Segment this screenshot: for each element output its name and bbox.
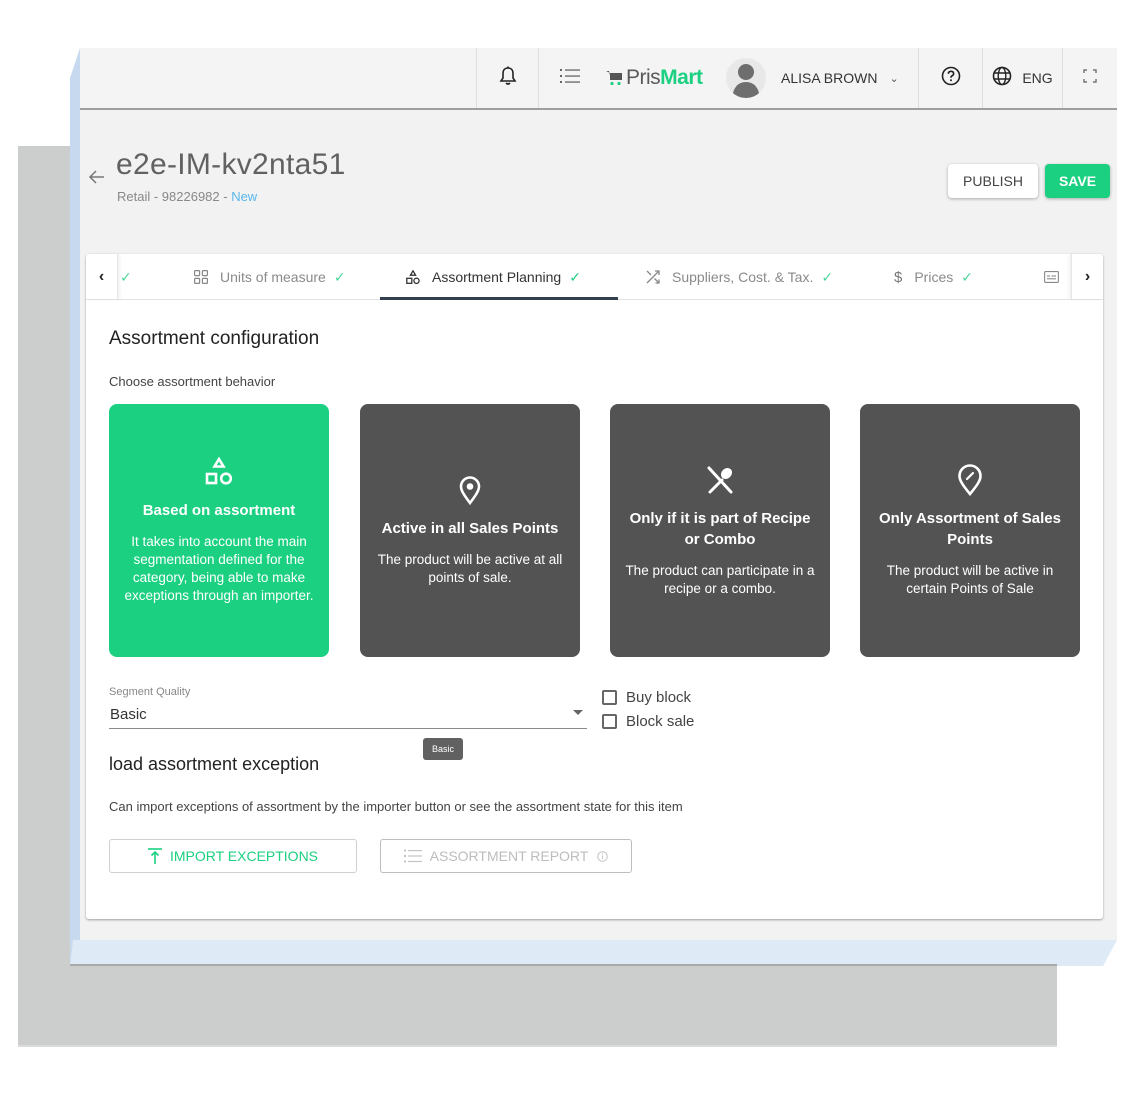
option-title: Only Assortment of Sales Points: [879, 509, 1061, 548]
section-title: Assortment configuration: [109, 328, 320, 349]
option-description: The product can participate in a recipe …: [625, 562, 815, 596]
edit-location-icon: [957, 463, 983, 496]
globe-icon: [992, 66, 1012, 91]
page-subtitle: Retail - 98226982 - New: [117, 189, 257, 204]
option-description: It takes into account the main segmentat…: [124, 534, 314, 603]
import-exceptions-button[interactable]: IMPORT EXCEPTIONS: [109, 839, 357, 873]
tab-prices[interactable]: $ Prices ✓: [894, 254, 973, 300]
exceptions-title: load assortment exception: [109, 754, 320, 774]
language-label: ENG: [1022, 70, 1053, 86]
brand-name: Pris Mart: [626, 66, 703, 90]
option-title: Only if it is part of Recipe or Combo: [629, 509, 811, 548]
chevron-down-icon: ⌄: [889, 72, 899, 85]
option-title: Active in all Sales Points: [381, 520, 559, 537]
assortment-report-button[interactable]: ASSORTMENT REPORT: [380, 839, 632, 873]
segment-quality-select[interactable]: Basic: [109, 702, 587, 729]
assortment-report-label: ASSORTMENT REPORT: [429, 848, 589, 864]
page-title: e2e-IM-kv2nta51: [116, 148, 346, 181]
block-sale-checkbox[interactable]: Block sale: [602, 713, 694, 730]
segment-quality-label: Segment Quality: [109, 686, 191, 698]
tab-next-section[interactable]: [1044, 254, 1059, 300]
checkbox-label: Block sale: [626, 713, 695, 730]
option-based-on-assortment[interactable]: Based on assortment It takes into accoun…: [109, 404, 329, 657]
dollar-icon: $: [894, 268, 903, 286]
option-recipe-or-combo[interactable]: Only if it is part of Recipe or Combo Th…: [610, 404, 830, 657]
check-icon: ✓: [821, 268, 834, 285]
tab-strip: ‹ ✓ Units of measure ✓ Assortment Planni…: [86, 254, 1103, 300]
list-icon: [403, 849, 422, 863]
grid-icon: [194, 270, 208, 284]
backdrop-frame-left: [70, 48, 80, 966]
status-badge: New: [231, 189, 258, 204]
import-exceptions-label: IMPORT EXCEPTIONS: [169, 848, 319, 864]
exceptions-help: Can import exceptions of assortment by t…: [109, 799, 683, 814]
avatar: [726, 58, 766, 98]
tab-units-of-measure[interactable]: Units of measure ✓: [194, 254, 346, 300]
shuffle-icon: [646, 270, 660, 284]
card-icon: [1044, 271, 1059, 283]
fullscreen-icon: [1083, 68, 1097, 88]
brand-suffix: Mart: [660, 66, 703, 89]
user-menu[interactable]: ALISA BROWN ⌄: [720, 48, 918, 108]
content-card: ‹ ✓ Units of measure ✓ Assortment Planni…: [86, 254, 1103, 919]
option-assortment-of-sales-points[interactable]: Only Assortment of Sales Points The prod…: [860, 404, 1080, 657]
info-icon: [597, 850, 609, 862]
menu-button[interactable]: [538, 48, 600, 108]
tab-previous[interactable]: ✓: [120, 254, 132, 300]
option-title: Based on assortment: [142, 502, 296, 519]
shapes-icon: [406, 269, 420, 285]
publish-button[interactable]: PUBLISH: [948, 164, 1038, 198]
check-icon: ✓: [961, 268, 973, 285]
brand-logo[interactable]: Pris Mart: [606, 48, 716, 108]
brand-prefix: Pris: [626, 66, 661, 89]
checkbox-label: Buy block: [626, 689, 692, 706]
location-pin-icon: [458, 474, 482, 506]
buy-block-checkbox[interactable]: Buy block: [602, 689, 691, 706]
option-description: The product will be active at all points…: [377, 552, 563, 585]
caret-down-icon: [573, 710, 583, 715]
tab-label: Suppliers, Cost. & Tax.: [672, 269, 814, 285]
option-active-all-sales-points[interactable]: Active in all Sales Points The product w…: [360, 404, 580, 657]
option-description: The product will be active in certain Po…: [886, 562, 1054, 596]
check-icon: ✓: [120, 268, 132, 285]
save-button[interactable]: SAVE: [1045, 164, 1110, 198]
upload-icon: [147, 848, 162, 864]
shapes-icon: [204, 456, 234, 488]
cart-icon: [606, 70, 623, 86]
section-help: Choose assortment behavior: [109, 374, 276, 389]
tab-label: Prices: [914, 269, 954, 285]
app-window: Pris Mart ALISA BROWN ⌄ ENG e2e-IM-kv2nt…: [80, 48, 1117, 940]
back-arrow-icon[interactable]: [88, 168, 108, 188]
check-icon: ✓: [333, 268, 346, 285]
tab-label: Assortment Planning: [432, 269, 562, 285]
segment-quality-value: Basic: [110, 706, 147, 723]
notifications-button[interactable]: [476, 48, 538, 108]
active-tab-indicator: [380, 297, 618, 300]
bell-icon: [499, 66, 517, 91]
backdrop-divider: [70, 964, 1057, 966]
language-selector[interactable]: ENG: [982, 48, 1062, 108]
list-menu-icon: [559, 68, 580, 89]
user-name: ALISA BROWN: [781, 70, 878, 86]
help-icon: [941, 66, 961, 91]
check-icon: ✓: [569, 268, 581, 285]
fullscreen-button[interactable]: [1062, 48, 1117, 108]
tab-label: Units of measure: [220, 269, 326, 285]
tab-scroll-left-button[interactable]: ‹: [86, 254, 118, 299]
help-button[interactable]: [918, 48, 982, 108]
tab-assortment-planning[interactable]: Assortment Planning ✓: [406, 254, 581, 300]
checkbox-box[interactable]: [602, 690, 617, 705]
tooltip: Basic: [423, 738, 463, 760]
top-bar: Pris Mart ALISA BROWN ⌄ ENG: [80, 48, 1117, 110]
tab-scroll-right-button[interactable]: ›: [1071, 254, 1103, 299]
utensils-icon: [705, 464, 735, 496]
subtitle-text: Retail - 98226982 -: [117, 189, 232, 204]
backdrop-frame-bottom: [70, 940, 1117, 966]
tab-suppliers-cost-tax[interactable]: Suppliers, Cost. & Tax. ✓: [646, 254, 833, 300]
checkbox-box[interactable]: [602, 714, 617, 729]
